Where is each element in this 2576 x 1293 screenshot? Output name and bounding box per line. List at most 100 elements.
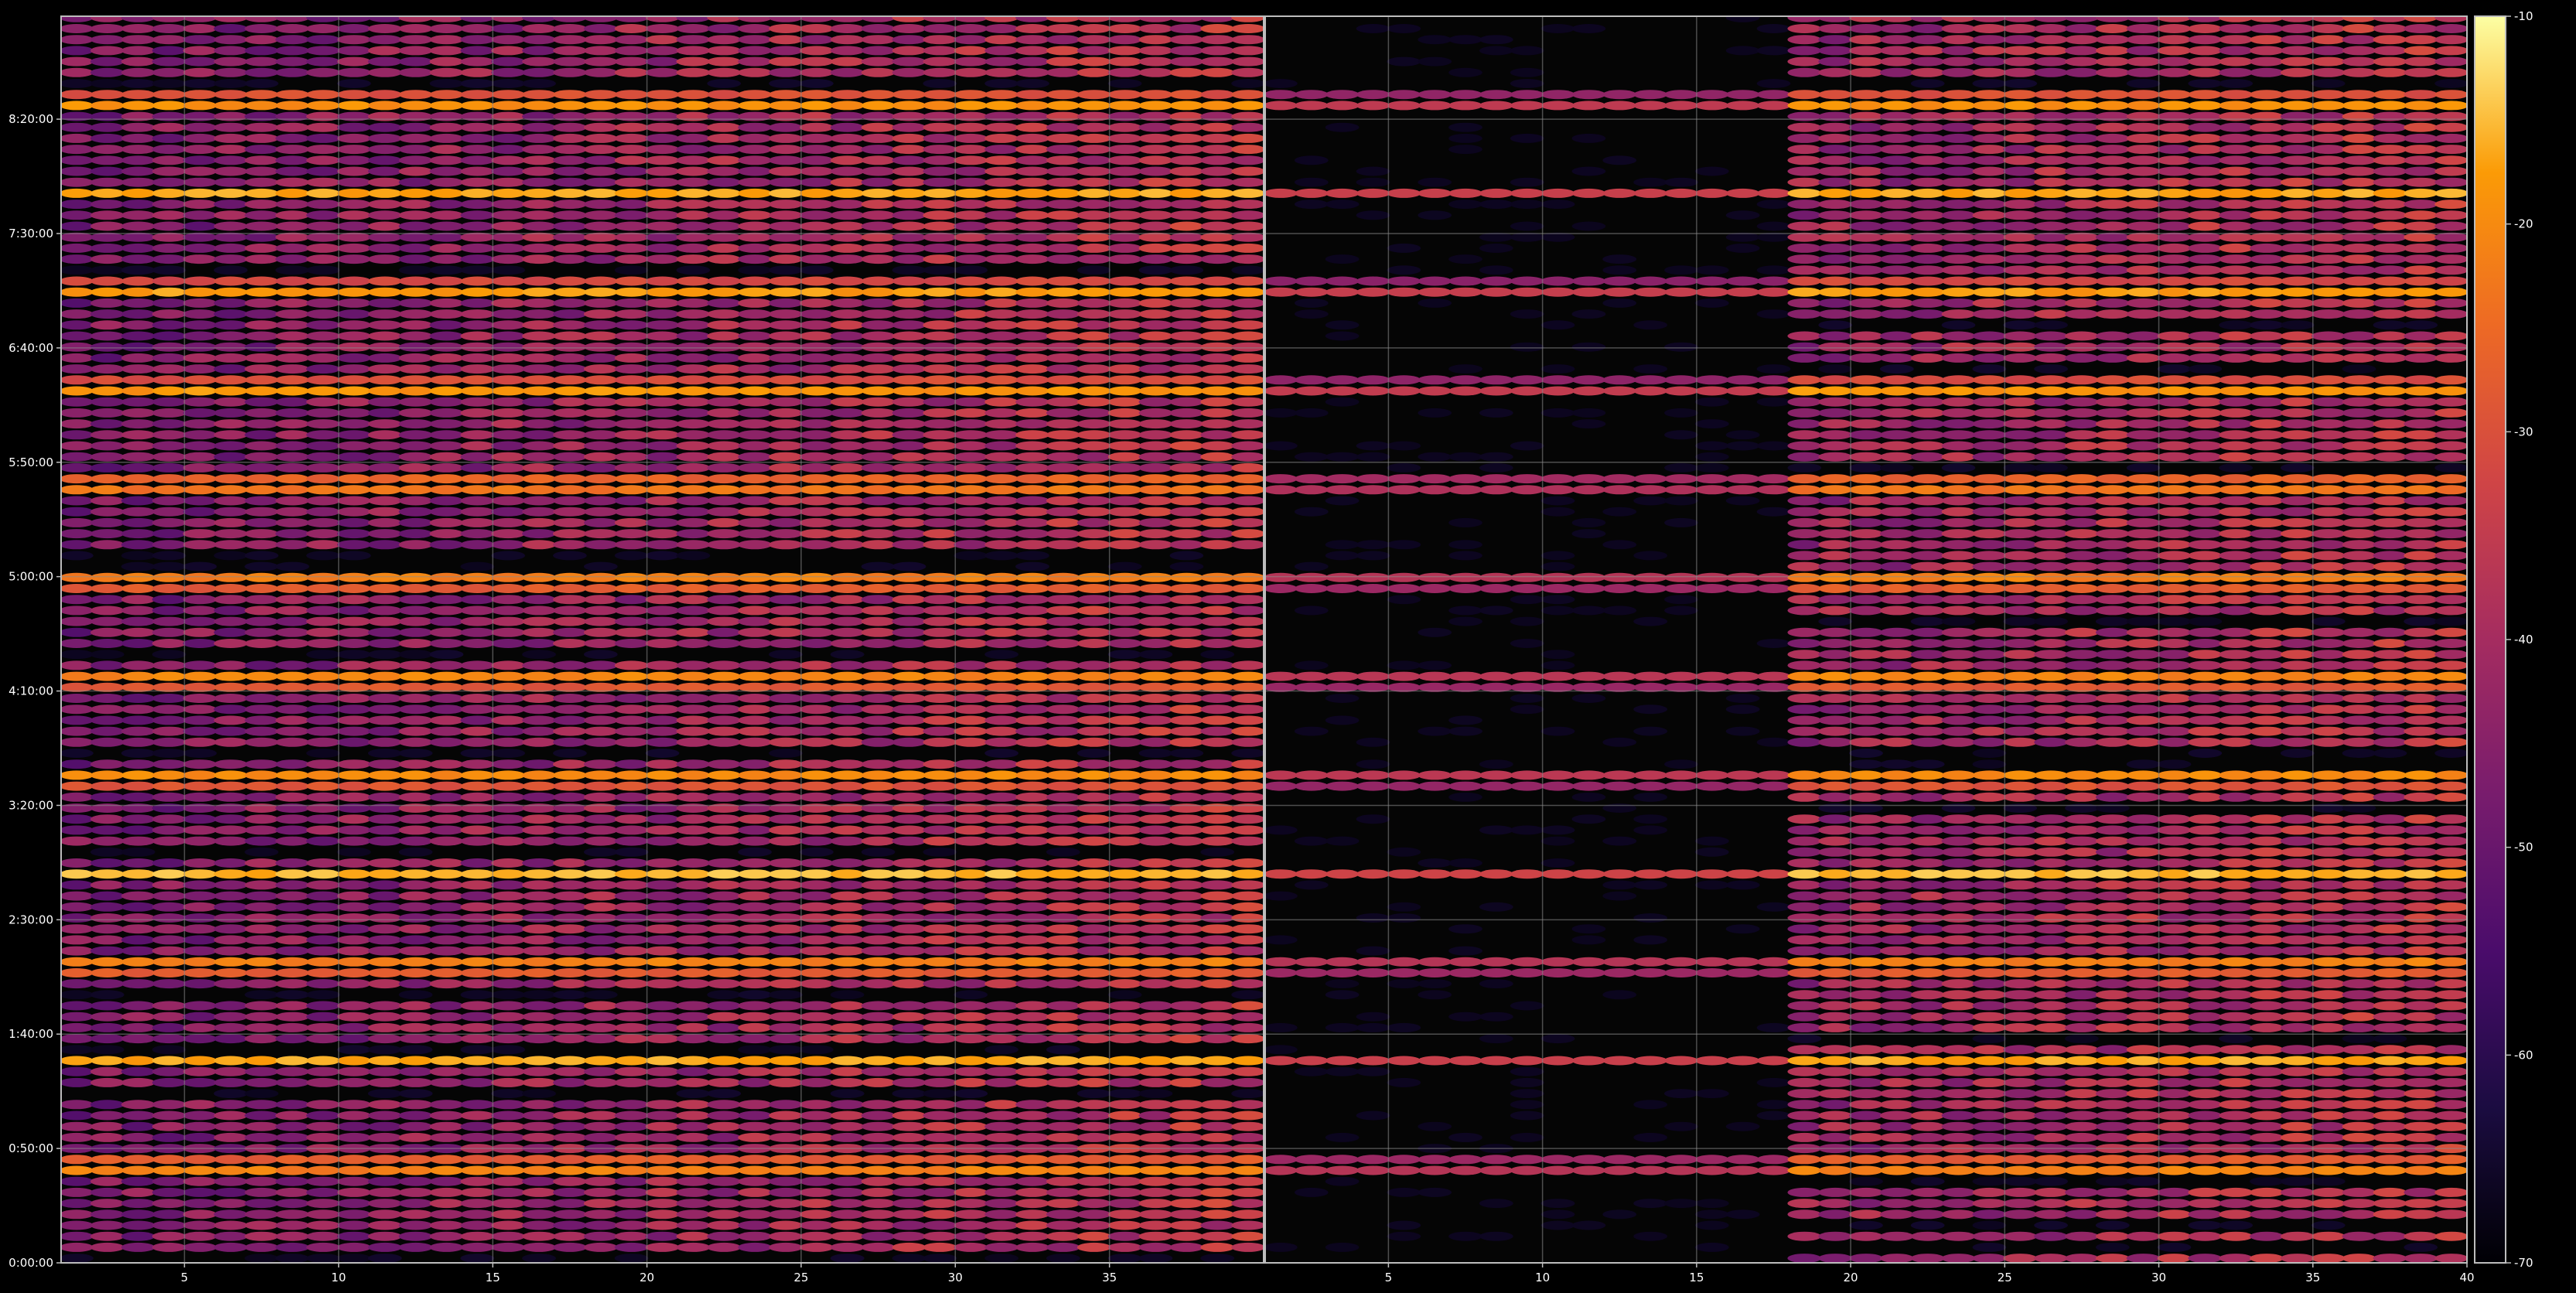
heatmap-cell [2003, 957, 2038, 967]
heatmap-cell [1076, 200, 1111, 210]
heatmap-cell [1046, 24, 1080, 33]
heatmap-cell [583, 46, 618, 56]
heatmap-cell [152, 24, 186, 33]
heatmap-cell [429, 869, 464, 879]
heatmap-cell [614, 1199, 649, 1209]
heatmap-cell [2434, 1045, 2467, 1055]
heatmap-cell [61, 990, 94, 1000]
heatmap-cell [892, 1034, 926, 1044]
heatmap-cell [244, 35, 279, 45]
heatmap-cell [614, 814, 649, 824]
heatmap-cell [1910, 957, 1945, 967]
heatmap-cell [1910, 1121, 1945, 1131]
heatmap-cell [429, 342, 464, 352]
heatmap-cell [1571, 1165, 1606, 1175]
heatmap-cell [861, 386, 896, 396]
heatmap-cell [923, 627, 957, 637]
heatmap-cell [2003, 1056, 2038, 1066]
heatmap-cell [306, 781, 340, 791]
heatmap-cell [1015, 155, 1049, 165]
heatmap-cell [183, 452, 217, 462]
heatmap-cell [2250, 1100, 2284, 1110]
heatmap-cell [553, 737, 587, 747]
heatmap-cell [614, 155, 649, 165]
heatmap-cell [1138, 1231, 1173, 1241]
heatmap-cell [460, 353, 495, 363]
heatmap-cell [152, 584, 186, 593]
heatmap-cell [306, 1132, 340, 1142]
heatmap-cell [1265, 1056, 1298, 1066]
heatmap-cell [1633, 1100, 1668, 1110]
heatmap-cell [367, 1187, 402, 1197]
heatmap-cell [152, 46, 186, 56]
heatmap-cell [61, 320, 94, 330]
heatmap-cell [491, 1110, 525, 1121]
heatmap-cell [244, 704, 279, 715]
heatmap-cell [614, 386, 649, 396]
heatmap-cell [1540, 1155, 1575, 1165]
heatmap-cell [152, 836, 186, 846]
heatmap-cell [61, 968, 94, 977]
heatmap-cell [1138, 200, 1173, 210]
heatmap-cell [707, 375, 742, 385]
heatmap-cell [2095, 1045, 2130, 1055]
heatmap-cell [1231, 1242, 1264, 1252]
heatmap-cell [984, 1034, 1018, 1044]
heatmap-cell [707, 946, 742, 956]
heatmap-cell [830, 46, 865, 56]
heatmap-cell [707, 1001, 742, 1011]
heatmap-cell [830, 584, 865, 593]
heatmap-cell [275, 858, 309, 868]
heatmap-cell [2065, 1056, 2099, 1066]
heatmap-cell [244, 1121, 279, 1131]
heatmap-cell [398, 1022, 433, 1032]
heatmap-cell [275, 880, 309, 890]
heatmap-cell [830, 101, 865, 111]
heatmap-cell [491, 814, 525, 824]
heatmap-cell [491, 496, 525, 506]
heatmap-cell [923, 924, 957, 934]
heatmap-cell [460, 1220, 495, 1230]
heatmap-cell [738, 792, 772, 802]
heatmap-cell [213, 221, 248, 231]
heatmap-cell [954, 188, 988, 198]
heatmap-cell [491, 616, 525, 626]
heatmap-cell [1200, 1155, 1235, 1165]
heatmap-cell [2342, 957, 2376, 967]
heatmap-cell [1231, 441, 1264, 451]
heatmap-cell [1076, 1187, 1111, 1197]
heatmap-cell [1169, 24, 1204, 33]
heatmap-cell [923, 979, 957, 989]
heatmap-cell [1015, 243, 1049, 253]
heatmap-cell [2434, 1165, 2467, 1175]
heatmap-cell [306, 726, 340, 736]
heatmap-cell [2311, 1176, 2346, 1186]
heatmap-cell [861, 891, 896, 901]
heatmap-cell [61, 1165, 94, 1175]
heatmap-cell [1076, 627, 1111, 637]
heatmap-cell [398, 770, 433, 780]
heatmap-cell [830, 1100, 865, 1110]
heatmap-cell [1818, 1066, 1853, 1076]
heatmap-cell [460, 200, 495, 210]
heatmap-cell [336, 770, 371, 780]
heatmap-cell [769, 671, 803, 681]
heatmap-cell [614, 1066, 649, 1076]
heatmap-cell [491, 627, 525, 637]
heatmap-cell [1787, 946, 1822, 956]
heatmap-cell [213, 836, 248, 846]
heatmap-cell [923, 507, 957, 517]
heatmap-cell [1107, 56, 1142, 67]
heatmap-cell [90, 957, 125, 967]
heatmap-cell [645, 694, 680, 703]
heatmap-cell [830, 1012, 865, 1022]
heatmap-cell [1169, 836, 1204, 846]
heatmap-cell [90, 331, 125, 341]
heatmap-cell [1138, 16, 1173, 22]
heatmap-cell [1015, 485, 1049, 495]
heatmap-cell [2003, 1045, 2038, 1055]
heatmap-cell [121, 1199, 155, 1209]
heatmap-cell [923, 584, 957, 593]
heatmap-cell [1941, 979, 1976, 989]
heatmap-cell [1107, 759, 1142, 769]
